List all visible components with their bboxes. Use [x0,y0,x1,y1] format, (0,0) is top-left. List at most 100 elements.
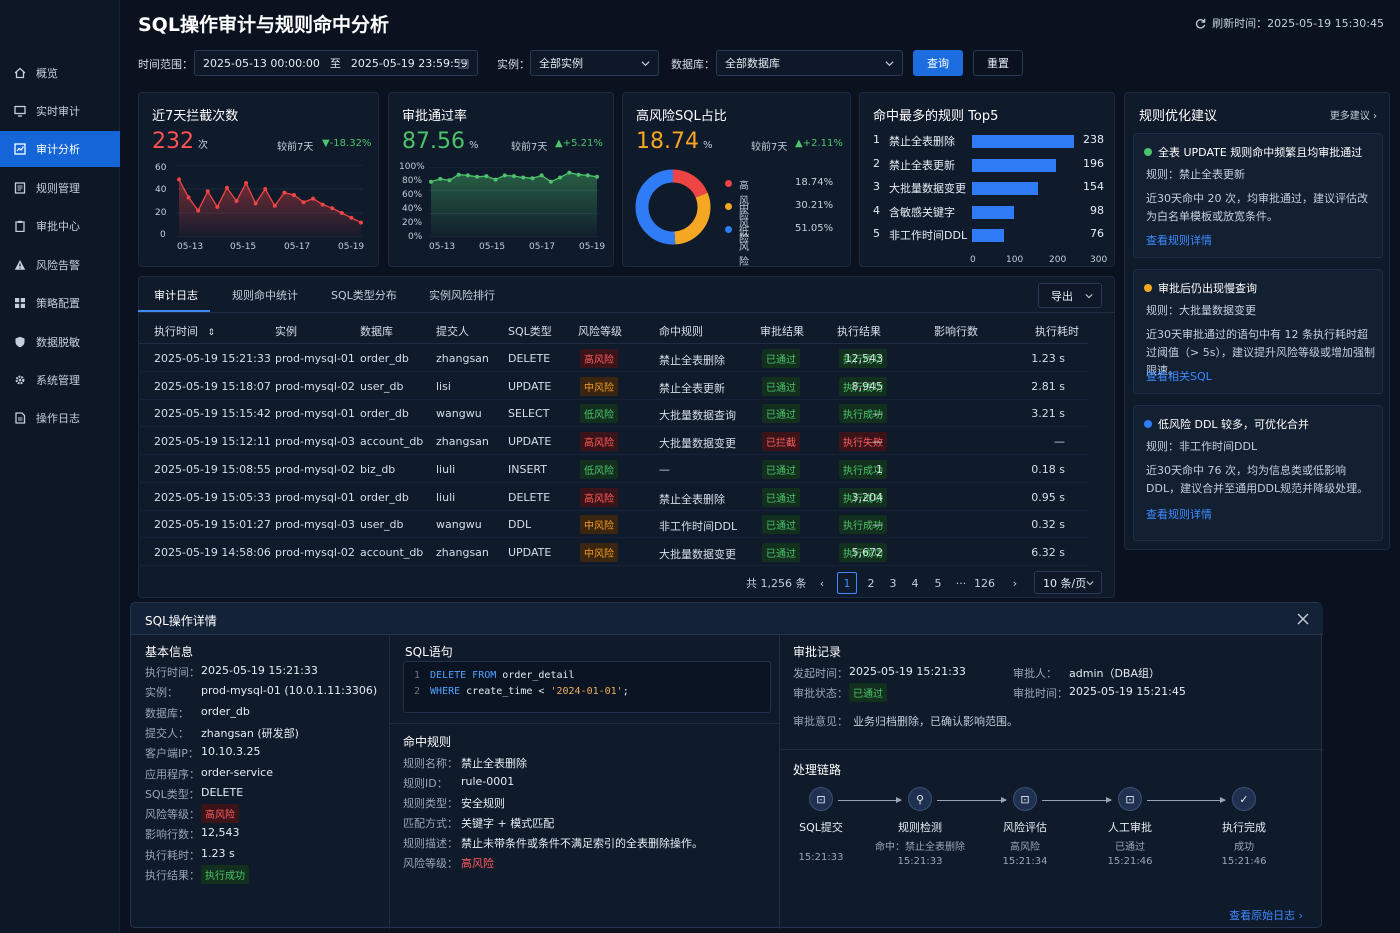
chevron-down-icon [885,61,894,67]
table-row[interactable]: 2025-05-19 15:18:07 prod-mysql-02 user_db l… [138,373,1088,400]
submitter-cell: lisi [436,379,451,393]
table-row[interactable]: 2025-05-19 15:05:33 prod-mysql-01 order_db… [138,484,1088,511]
chevron-right-icon: › [1373,111,1377,122]
sqltype-cell: INSERT [508,462,547,476]
table-row[interactable]: 2025-05-19 15:12:11 prod-mysql-03 account_… [138,428,1088,456]
sidebar-item-label: 策略配置 [36,297,80,310]
approval-time-label: 审批时间： [1013,687,1068,700]
next-page-button[interactable]: › [1005,572,1025,594]
start-time: 2025-05-13 00:00:00 [203,56,320,70]
x-tick: 05-15 [479,242,506,252]
col-header-submitter: 提交人 [436,325,469,338]
rule-count: 98 [1090,203,1104,217]
submitter-cell: liuli [436,490,456,504]
table-row[interactable]: 2025-05-19 15:01:27 prod-mysql-03 user_db w… [138,511,1088,539]
sidebar-item-system[interactable]: 系统管理 [0,362,120,398]
sidebar-item-policy[interactable]: 策略配置 [0,285,120,321]
table-row[interactable]: 2025-05-19 15:15:42 prod-mysql-01 order_db… [138,400,1088,428]
query-button[interactable]: 查询 [913,50,963,76]
sidebar-item-masking[interactable]: 数据脱敏 [0,324,120,360]
time-range-picker[interactable]: 2025-05-13 00:00:00 至 2025-05-19 23:59:5… [194,50,478,76]
database-value: 全部数据库 [725,57,780,70]
table-row[interactable]: 2025-05-19 14:58:06 prod-mysql-02 account_… [138,539,1088,566]
tab-instance-rank[interactable]: 实例风险排行 [429,280,495,312]
page-ellipsis: ··· [955,576,967,590]
suggestions-title: 规则优化建议 [1139,109,1218,124]
risk-badge: 高风险 [580,349,618,368]
sidebar-item-overview[interactable]: 概览 [0,55,120,91]
reset-button[interactable]: 重置 [973,50,1023,76]
data-point [539,173,544,178]
calendar-icon [458,59,469,69]
data-point [512,174,516,179]
step-name: SQL提交 [799,821,843,834]
sidebar-item-realtime[interactable]: 实时审计 [0,93,120,129]
close-icon[interactable] [1297,613,1309,625]
suggestion-rule: 规则：大批量数据变更 [1146,304,1256,317]
tab-sql-type[interactable]: SQL类型分布 [331,280,397,312]
rule-cell: 大批量数据查询 [659,409,736,423]
basic-info-label: 提交人： [145,726,189,740]
legend-name: 低风险 [739,227,749,268]
duration: 0.32 s [1031,518,1065,532]
sidebar-item-alerts[interactable]: 风险告警 [0,247,120,283]
instance-select[interactable]: 全部实例 [530,50,659,76]
rule-info-label: 规则类型： [403,797,458,810]
step-time: 15:21:46 [1221,856,1267,867]
basic-info-title: 基本信息 [145,645,194,659]
data-point [339,211,344,215]
export-button[interactable]: 导出 [1038,283,1102,308]
tab-rule-stats[interactable]: 规则命中统计 [232,280,298,312]
tab-audit-log[interactable]: 审计日志 [154,280,198,312]
instance-value: 全部实例 [539,57,583,70]
rule-info-value: 高风险 [461,857,494,870]
sqltype-cell: DDL [508,518,532,532]
legend-value: 18.74% [795,177,834,188]
page-size-select[interactable]: 10 条/页 [1034,571,1102,594]
page-5[interactable]: 5 [928,572,948,594]
rule-name: 非工作时间DDL [889,229,968,242]
approval-badge: 已通过 [762,487,800,507]
page-126[interactable]: 126 [974,572,995,594]
view-sql-link[interactable]: 查看相关SQL [1146,368,1378,386]
database-cell: account_db [360,435,424,449]
database-select[interactable]: 全部数据库 [716,50,903,76]
view-rule-link[interactable]: 查看规则详情 [1146,232,1378,250]
sidebar-item-label: 风险告警 [36,259,80,272]
refresh-status[interactable]: 刷新时间：2025-05-19 15:30:45 [1195,15,1384,31]
page-1[interactable]: 1 [837,572,857,594]
rule-info-label: 匹配方式： [403,817,458,830]
rule-count: 76 [1090,227,1104,240]
view-raw-log-link[interactable]: 查看原始日志 › [1229,907,1303,923]
step-name: 执行完成 [1222,821,1266,834]
view-rule-link[interactable]: 查看规则详情 [1146,506,1378,524]
rule-name: 禁止全表删除 [889,135,955,148]
page-2[interactable]: 2 [861,572,881,594]
sidebar-item-approval[interactable]: 审批中心 [0,208,120,244]
page-4[interactable]: 4 [905,572,925,594]
data-point [465,173,470,178]
rule-info-value: 禁止未带条件或条件不满足索引的全表删除操作。 [461,837,703,850]
sidebar-item-logs[interactable]: 操作日志 [0,400,120,436]
prev-page-button[interactable]: ‹ [812,572,832,594]
data-point [282,190,287,195]
sqltype-cell: DELETE [508,352,551,365]
status-dot [1144,284,1152,292]
time-range-label: 时间范围： [138,58,193,71]
sidebar-item-analysis[interactable]: 审计分析 [0,131,120,167]
duration: 3.21 s [1031,407,1065,421]
table-row[interactable]: 2025-05-19 15:08:55 prod-mysql-02 biz_db li… [138,456,1088,483]
approver-label: 审批人： [1013,667,1057,680]
col-header-instance: 实例 [275,325,297,338]
table-row[interactable]: 2025-05-19 15:21:33 prod-mysql-01 order_db… [138,345,1088,372]
chain-step: ⊡ 风险评估 高风险 15:21:34 [980,787,1070,867]
instance-cell: prod-mysql-02 [275,462,355,476]
page-3[interactable]: 3 [883,572,903,594]
data-point [291,193,296,197]
sidebar-item-rules[interactable]: 规则管理 [0,170,120,206]
high-risk-value: 18.74% [636,129,713,154]
data-point [521,175,526,180]
step-icon: ✓ [1232,787,1256,811]
more-suggestions-link[interactable]: 更多建议 › [1330,107,1377,122]
col-header-time[interactable]: 执行时间 ⇕ [154,323,215,339]
